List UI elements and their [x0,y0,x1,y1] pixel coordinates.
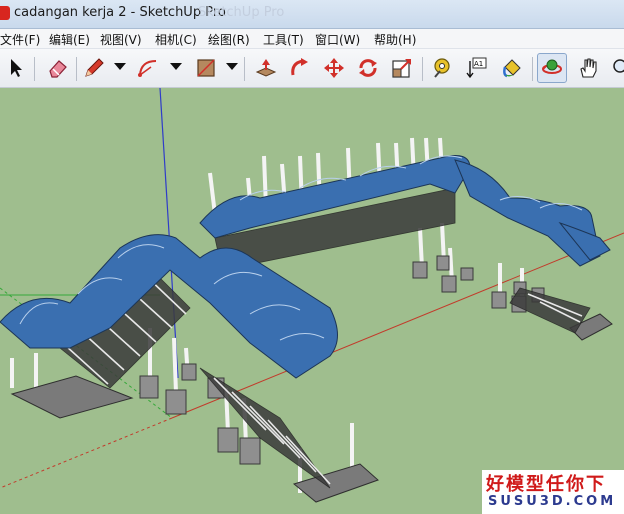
move-tool-icon[interactable] [320,54,348,82]
select-tool-icon[interactable] [2,54,30,82]
shape-tool-dropdown-icon[interactable] [226,63,238,70]
arc-tool-icon[interactable] [134,54,162,82]
toolbar-separator [76,57,77,81]
text-tool-icon[interactable]: A1 [462,54,490,82]
push-pull-tool-icon[interactable] [252,54,280,82]
menu-file[interactable]: 文件(F) [0,31,40,48]
window-title-ghost: SketchUp Pro [198,5,285,20]
text-tool-label: A1 [474,60,483,68]
menu-bar: 文件(F) 编辑(E) 视图(V) 相机(C) 绘图(R) 工具(T) 窗口(W… [0,29,624,49]
menu-window[interactable]: 窗口(W) [315,31,360,48]
model-scene [0,88,624,514]
menu-tools[interactable]: 工具(T) [263,31,304,48]
follow-me-tool-icon[interactable] [286,54,314,82]
menu-draw[interactable]: 绘图(R) [208,31,250,48]
scale-tool-icon[interactable] [388,54,416,82]
toolbar-separator [422,57,423,81]
menu-help[interactable]: 帮助(H) [374,31,416,48]
watermark: 好模型任你下 SUSU3D.COM [482,470,624,514]
watermark-line1: 好模型任你下 [486,474,606,495]
toolbar-separator [34,57,35,81]
eraser-tool-icon[interactable] [44,54,72,82]
zoom-tool-icon[interactable] [608,54,624,82]
model-viewport[interactable]: 好模型任你下 SUSU3D.COM [0,88,624,514]
main-toolbar: A1 [0,49,624,88]
arc-tool-dropdown-icon[interactable] [170,63,182,70]
menu-edit[interactable]: 编辑(E) [49,31,90,48]
sketchup-app-icon[interactable] [0,6,10,20]
pencil-line-tool-icon[interactable] [80,54,108,82]
pan-tool-icon[interactable] [574,54,602,82]
paint-bucket-tool-icon[interactable] [498,54,526,82]
toolbar-separator [532,57,533,81]
menu-camera[interactable]: 相机(C) [155,31,197,48]
orbit-tool-icon[interactable] [537,53,567,83]
title-bar: cadangan kerja 2 - SketchUp Pro SketchUp… [0,0,624,29]
rectangle-tool-icon[interactable] [192,54,220,82]
rotate-tool-icon[interactable] [354,54,382,82]
toolbar-separator [244,57,245,81]
line-tool-dropdown-icon[interactable] [114,63,126,70]
window-title: cadangan kerja 2 - SketchUp Pro [14,5,226,20]
menu-view[interactable]: 视图(V) [100,31,142,48]
watermark-line2: SUSU3D.COM [488,494,617,509]
tape-measure-tool-icon[interactable] [428,54,456,82]
